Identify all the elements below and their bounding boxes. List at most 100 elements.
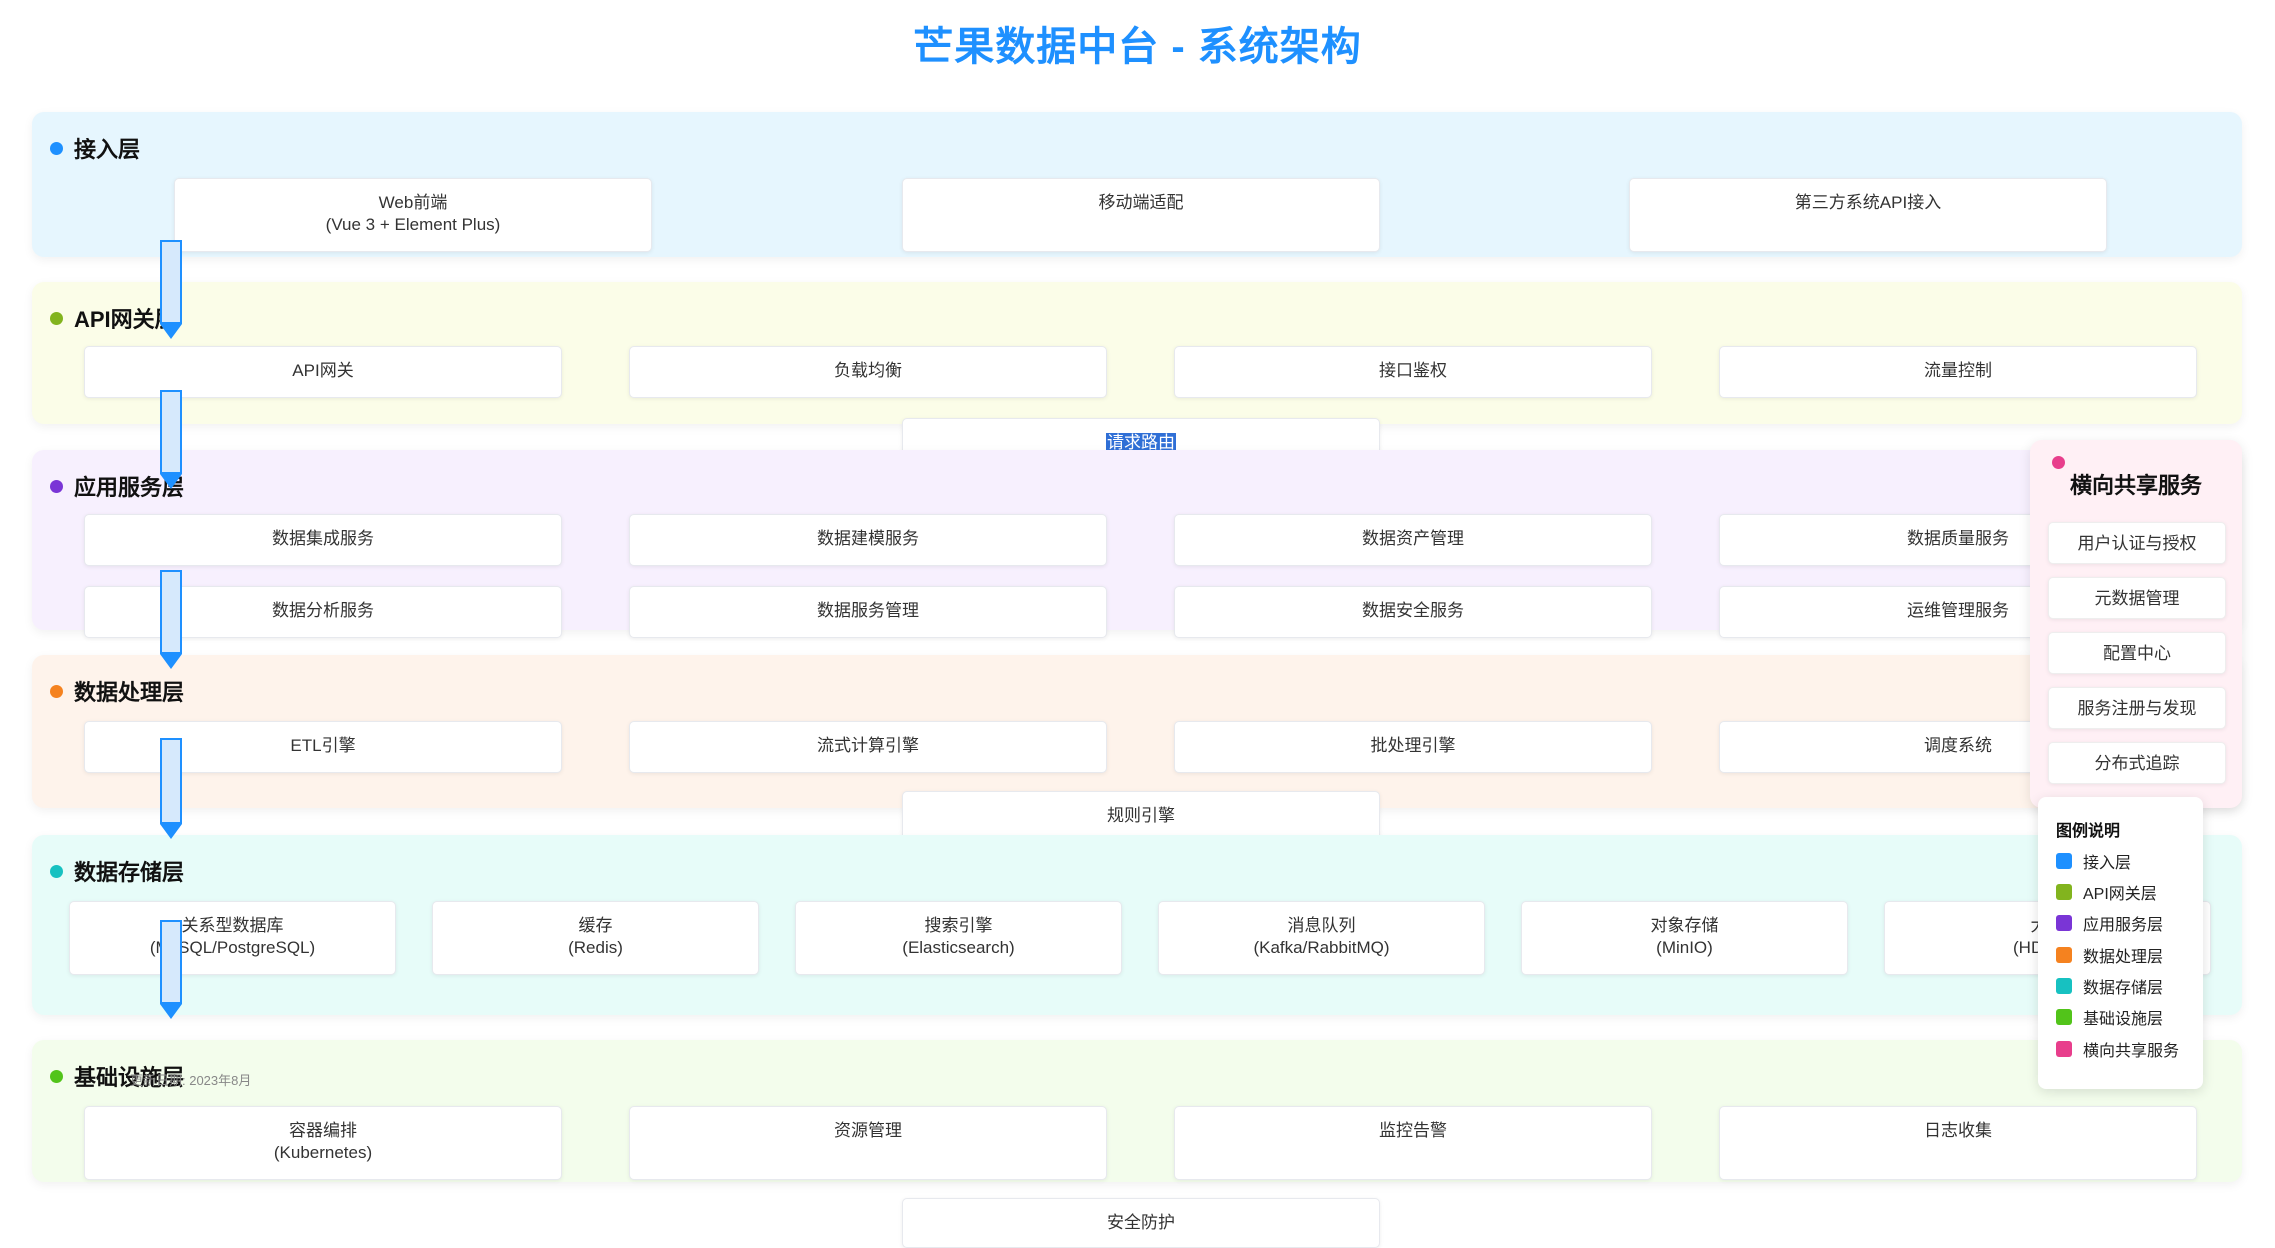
card-label: 数据资产管理 bbox=[1362, 529, 1464, 548]
card-label: 监控告警 bbox=[1379, 1121, 1447, 1140]
layer-infra: 基础设施层 容器编排 (Kubernetes) 资源管理 监控告警 日志收集 bbox=[32, 1040, 2242, 1182]
legend-label: 数据处理层 bbox=[2083, 949, 2164, 966]
layer-dot-icon bbox=[50, 864, 63, 878]
flow-arrow-icon bbox=[160, 570, 182, 670]
card-label: 数据分析服务 bbox=[272, 601, 374, 620]
card-label: 资源管理 bbox=[834, 1121, 902, 1140]
card-sub: (Elasticsearch) bbox=[902, 938, 1015, 957]
legend: 图例说明 接入层 API网关层 应用服务层 数据处理层 数据存储层 基础设施层 … bbox=[2038, 797, 2203, 1089]
legend-swatch-icon bbox=[2056, 915, 2072, 931]
card-sub: (Redis) bbox=[568, 938, 623, 957]
layer-access-header: 接入层 bbox=[50, 132, 140, 164]
legend-swatch-icon bbox=[2056, 1041, 2072, 1057]
flow-arrow-icon bbox=[160, 390, 182, 490]
card-label: 日志收集 bbox=[1924, 1121, 1992, 1140]
legend-title: 图例说明 bbox=[2056, 823, 2121, 840]
flow-arrow-icon bbox=[160, 920, 182, 1020]
card-etl: ETL引擎 bbox=[84, 721, 562, 773]
card-sub: (Vue 3 + Element Plus) bbox=[325, 215, 501, 234]
card-label: 批处理引擎 bbox=[1370, 736, 1456, 755]
card-data-integration: 数据集成服务 bbox=[84, 514, 562, 566]
card-label: 对象存储 bbox=[1650, 916, 1719, 935]
card-label: 流量控制 bbox=[1924, 361, 1992, 380]
layer-app: 应用服务层 数据集成服务 数据建模服务 数据资产管理 数据质量服务 数据分析服务… bbox=[32, 450, 2242, 638]
card-object-storage: 对象存储 (MinIO) bbox=[1521, 901, 1848, 975]
layer-storage-title: 数据存储层 bbox=[74, 860, 185, 885]
shared-item-tracing: 分布式追踪 bbox=[2048, 742, 2226, 784]
layer-dot-icon bbox=[50, 141, 63, 155]
card-label: 数据建模服务 bbox=[817, 529, 919, 548]
card-resource: 资源管理 bbox=[629, 1106, 1107, 1180]
card-sub: (MySQL/PostgreSQL) bbox=[149, 938, 316, 957]
shared-item-registry: 服务注册与发现 bbox=[2048, 687, 2226, 729]
flow-arrow-icon bbox=[160, 240, 182, 340]
layer-processing-header: 数据处理层 bbox=[50, 675, 184, 707]
legend-swatch-icon bbox=[2056, 853, 2072, 869]
card-sub: (Kafka/RabbitMQ) bbox=[1253, 938, 1390, 957]
card-rdbms: 关系型数据库 (MySQL/PostgreSQL) bbox=[69, 901, 396, 975]
legend-label: 基础设施层 bbox=[2083, 1011, 2164, 1028]
card-label: 流式计算引擎 bbox=[817, 736, 919, 755]
card-label: 规则引擎 bbox=[1107, 806, 1175, 825]
legend-label: 数据存储层 bbox=[2083, 980, 2164, 997]
legend-swatch-icon bbox=[2056, 978, 2072, 994]
card-third-party-api: 第三方系统API接入 bbox=[1629, 178, 2107, 252]
layer-access-title: 接入层 bbox=[74, 137, 141, 162]
card-label: 数据集成服务 bbox=[272, 529, 374, 548]
shared-services-panel: 横向共享服务 用户认证与授权 元数据管理 配置中心 服务注册与发现 分布式追踪 bbox=[2030, 440, 2242, 808]
card-monitor: 监控告警 bbox=[1174, 1106, 1652, 1180]
legend-item: 横向共享服务 bbox=[2056, 1037, 2179, 1061]
card-logging: 日志收集 bbox=[1719, 1106, 2197, 1180]
card-mq: 消息队列 (Kafka/RabbitMQ) bbox=[1158, 901, 1485, 975]
card-label: ETL引擎 bbox=[290, 736, 356, 755]
layer-processing-title: 数据处理层 bbox=[74, 680, 185, 705]
card-label: 安全防护 bbox=[1107, 1213, 1175, 1232]
legend-swatch-icon bbox=[2056, 1009, 2072, 1025]
shared-item-config: 配置中心 bbox=[2048, 632, 2226, 674]
layer-dot-icon bbox=[50, 311, 63, 325]
card-label: 移动端适配 bbox=[1098, 193, 1184, 212]
legend-label: 横向共享服务 bbox=[2083, 1043, 2180, 1060]
page-title: 芒果数据中台 - 系统架构 bbox=[913, 25, 1362, 69]
card-label: 搜索引擎 bbox=[924, 916, 993, 935]
legend-item: 接入层 bbox=[2056, 849, 2131, 873]
card-batch: 批处理引擎 bbox=[1174, 721, 1652, 773]
card-label: Web前端 bbox=[378, 193, 448, 212]
shared-item-auth: 用户认证与授权 bbox=[2048, 522, 2226, 564]
card-sub: (Kubernetes) bbox=[273, 1143, 373, 1162]
shared-services-title: 横向共享服务 bbox=[2069, 473, 2202, 498]
layer-storage: 数据存储层 关系型数据库 (MySQL/PostgreSQL) 缓存 (Redi… bbox=[32, 835, 2242, 1015]
card-search: 搜索引擎 (Elasticsearch) bbox=[795, 901, 1122, 975]
legend-label: 应用服务层 bbox=[2083, 917, 2164, 934]
legend-swatch-icon bbox=[2056, 947, 2072, 963]
legend-label: API网关层 bbox=[2083, 886, 2157, 903]
card-security-protection: 安全防护 bbox=[902, 1198, 1380, 1248]
legend-item: 应用服务层 bbox=[2056, 911, 2163, 935]
card-label: 接口鉴权 bbox=[1379, 361, 1447, 380]
card-api-gateway: API网关 bbox=[84, 346, 562, 398]
shared-item-metadata: 元数据管理 bbox=[2048, 577, 2226, 619]
card-data-service: 数据服务管理 bbox=[629, 586, 1107, 638]
card-data-security: 数据安全服务 bbox=[1174, 586, 1652, 638]
layer-processing: 数据处理层 ETL引擎 流式计算引擎 批处理引擎 调度系统 bbox=[32, 655, 2242, 808]
card-load-balance: 负载均衡 bbox=[629, 346, 1107, 398]
card-label: API网关 bbox=[292, 361, 354, 380]
flow-arrow-icon bbox=[160, 738, 182, 840]
card-web-frontend: Web前端 (Vue 3 + Element Plus) bbox=[174, 178, 652, 252]
card-label: 数据服务管理 bbox=[817, 601, 919, 620]
layer-dot-icon bbox=[50, 479, 63, 493]
layer-gateway: API网关层 API网关 负载均衡 接口鉴权 流量控制 bbox=[32, 282, 2242, 424]
card-label: 第三方系统API接入 bbox=[1794, 193, 1942, 212]
layer-dot-icon bbox=[50, 1069, 63, 1083]
card-data-analysis: 数据分析服务 bbox=[84, 586, 562, 638]
card-data-modeling: 数据建模服务 bbox=[629, 514, 1107, 566]
card-label: 关系型数据库 bbox=[181, 916, 284, 935]
card-mobile: 移动端适配 bbox=[902, 178, 1380, 252]
legend-item: API网关层 bbox=[2056, 880, 2157, 904]
layer-dot-icon bbox=[50, 684, 63, 698]
card-label: 负载均衡 bbox=[834, 361, 902, 380]
card-label: 数据安全服务 bbox=[1362, 601, 1464, 620]
card-sub: (MinIO) bbox=[1656, 938, 1713, 957]
legend-item: 数据处理层 bbox=[2056, 943, 2163, 967]
card-data-asset: 数据资产管理 bbox=[1174, 514, 1652, 566]
